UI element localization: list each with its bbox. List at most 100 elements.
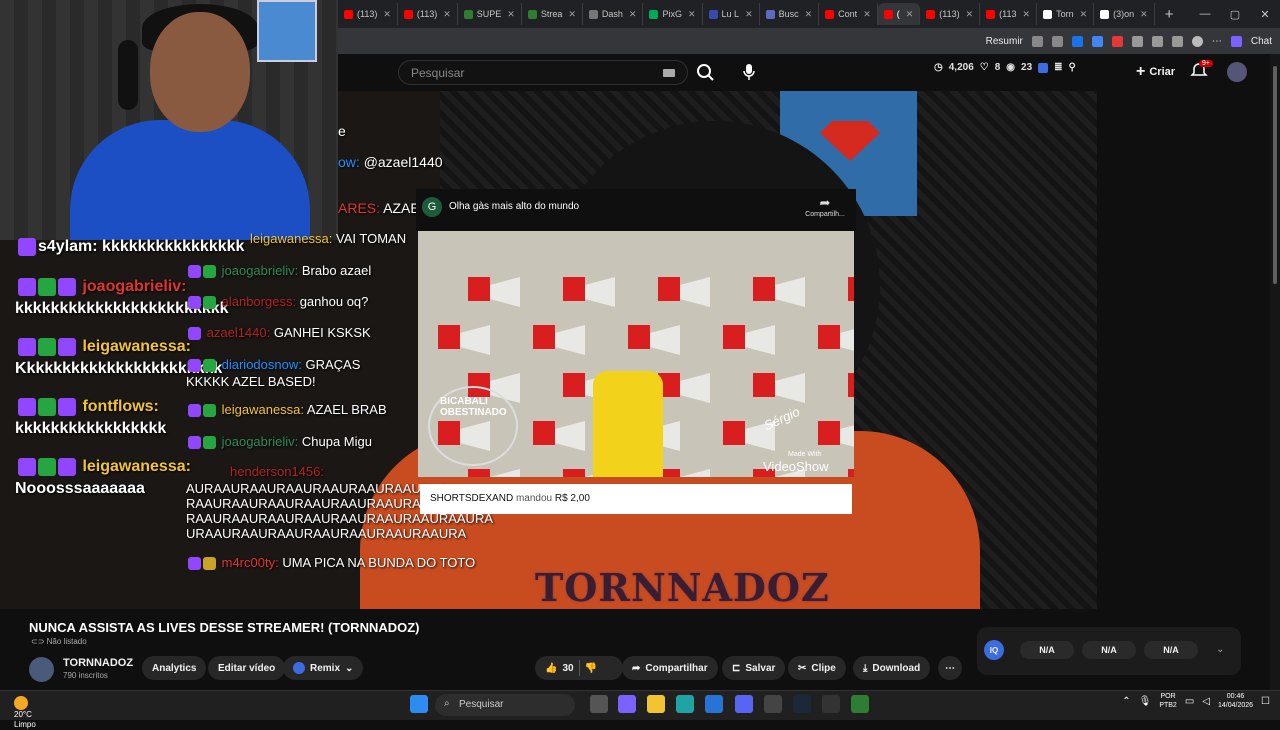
tab-label: (113) <box>939 9 960 19</box>
clock[interactable]: 00:46 14/04/2026 <box>1218 692 1253 710</box>
maximize-icon[interactable]: ▢ <box>1220 0 1250 28</box>
edit-video-button[interactable]: Editar vídeo <box>208 656 286 680</box>
browser-tab[interactable]: Cont ✕ <box>819 3 878 25</box>
iq-icon[interactable]: IQ <box>984 640 1004 660</box>
weather-widget[interactable]: 20°C Limpo <box>14 693 36 730</box>
browser-tab[interactable]: PixG ✕ <box>643 3 703 25</box>
list-icon[interactable]: ≣ <box>1054 62 1062 73</box>
share-button[interactable]: ➦ Compartilhar <box>622 656 718 680</box>
webcam-person-face <box>150 12 250 132</box>
clip-button[interactable]: ✂ Clipe <box>788 656 846 680</box>
tab-close-icon[interactable]: ✕ <box>1023 9 1031 20</box>
notification-icon[interactable]: ☐ <box>1261 696 1270 706</box>
copilot-icon[interactable] <box>618 695 636 713</box>
browser-tab[interactable]: Strea ✕ <box>522 3 583 25</box>
browser-tab[interactable]: (113) ✕ <box>338 3 398 25</box>
tab-close-icon[interactable]: ✕ <box>383 9 391 20</box>
tab-close-icon[interactable]: ✕ <box>629 9 637 20</box>
iq-small-icon[interactable] <box>1038 62 1049 73</box>
task-view-icon[interactable] <box>590 695 608 713</box>
store-icon[interactable] <box>705 695 723 713</box>
tab-close-icon[interactable]: ✕ <box>507 9 515 20</box>
edge-icon[interactable] <box>676 695 694 713</box>
tab-close-icon[interactable]: ✕ <box>906 9 914 20</box>
copilot-icon[interactable] <box>1230 35 1242 47</box>
tab-close-icon[interactable]: ✕ <box>443 9 451 20</box>
minimize-icon[interactable]: — <box>1190 0 1220 28</box>
notepad-icon[interactable] <box>822 695 840 713</box>
tab-close-icon[interactable]: ✕ <box>966 9 974 20</box>
mic-tray-icon[interactable]: 🎙 <box>1139 696 1152 706</box>
tab-close-icon[interactable]: ✕ <box>805 9 813 20</box>
like-count[interactable]: 30 <box>562 663 573 674</box>
more-icon[interactable]: ⋯ <box>1212 36 1222 47</box>
tab-close-icon[interactable]: ✕ <box>1080 9 1088 20</box>
thumbs-up-icon[interactable]: 👍 <box>545 663 557 674</box>
browser-tab[interactable]: (113) ✕ <box>398 3 458 25</box>
search-icon[interactable] <box>690 61 720 83</box>
browser-tab[interactable]: Busc ✕ <box>760 3 820 25</box>
taskbar-search[interactable]: ⌕ Pesquisar <box>435 694 575 716</box>
resumir-button[interactable]: Resumir <box>986 36 1023 47</box>
shield-icon[interactable] <box>1071 35 1083 47</box>
network-icon[interactable]: ▭ <box>1185 696 1194 706</box>
pin-icon[interactable]: ⚲ <box>1069 62 1076 73</box>
tab-close-icon[interactable]: ✕ <box>688 9 696 20</box>
discord-icon[interactable] <box>735 695 753 713</box>
notifications-button[interactable]: 9+ <box>1190 60 1213 82</box>
scrollbar-thumb[interactable] <box>1273 66 1277 284</box>
chevron-up-icon[interactable]: ⌃ <box>1122 696 1130 706</box>
streamlabs-icon[interactable] <box>851 695 869 713</box>
channel-name[interactable]: TORNNADOZ <box>63 657 133 669</box>
close-icon[interactable]: ✕ <box>1250 0 1280 28</box>
tab-close-icon[interactable]: ✕ <box>745 9 753 20</box>
windows-start-icon[interactable] <box>410 695 428 713</box>
save-button[interactable]: ⊏ Salvar <box>722 656 786 680</box>
translate-icon[interactable] <box>1091 35 1103 47</box>
chat-button[interactable]: Chat <box>1251 36 1272 47</box>
profile-icon[interactable] <box>1191 35 1203 47</box>
remix-button[interactable]: Remix ⌄ <box>283 656 364 680</box>
tab-close-icon[interactable]: ✕ <box>863 9 871 20</box>
browser-tab[interactable]: Dash ✕ <box>583 3 644 25</box>
channel-avatar[interactable] <box>29 657 54 682</box>
browser-tab[interactable]: (113 ✕ <box>980 3 1038 25</box>
watermark-left: BICABALI OBESTINADO <box>440 396 507 418</box>
file-explorer-icon[interactable] <box>647 695 665 713</box>
thumbs-down-icon[interactable]: 👎 <box>585 663 597 674</box>
keyboard-icon[interactable] <box>663 69 675 77</box>
browser-tab[interactable]: Lu L ✕ <box>703 3 760 25</box>
short-share-button[interactable]: ➦ Compartilh... <box>800 195 850 218</box>
adblock-icon[interactable] <box>1111 35 1123 47</box>
tab-close-icon[interactable]: ✕ <box>1140 9 1148 20</box>
short-video[interactable]: BICABALI OBESTINADO Sérgio Made With Vid… <box>418 231 854 477</box>
star-icon[interactable] <box>1051 35 1063 47</box>
download-icon[interactable] <box>1171 35 1183 47</box>
analytics-button[interactable]: Analytics <box>142 656 207 680</box>
chevron-down-icon[interactable]: ⌄ <box>1216 644 1224 655</box>
page-scrollbar[interactable] <box>1270 54 1280 690</box>
browser-tab[interactable]: SUPE ✕ <box>458 3 522 25</box>
app-icon[interactable] <box>764 695 782 713</box>
language-indicator[interactable]: POR PTB2 <box>1159 692 1177 710</box>
download-button[interactable]: ⤓ Download <box>853 656 931 680</box>
extension-icon[interactable] <box>1031 35 1043 47</box>
account-avatar[interactable] <box>1227 62 1247 82</box>
new-tab-icon[interactable]: + <box>1165 6 1174 23</box>
volume-icon[interactable]: ◁ <box>1202 696 1210 706</box>
steam-icon[interactable] <box>793 695 811 713</box>
browser-tab[interactable]: (3)on ✕ <box>1094 3 1155 25</box>
browser-tab[interactable]: (✕ <box>877 3 921 25</box>
tab-close-icon[interactable]: ✕ <box>568 9 576 20</box>
donation-action: mandou <box>515 493 553 504</box>
mic-icon[interactable] <box>735 58 763 86</box>
search-input[interactable]: Pesquisar <box>398 60 688 85</box>
browser-tab[interactable]: (113) ✕ <box>920 3 981 25</box>
browser-tab[interactable]: Torn ✕ <box>1037 3 1095 25</box>
short-channel-avatar[interactable]: G <box>422 197 442 217</box>
puzzle-icon[interactable] <box>1131 35 1143 47</box>
create-button[interactable]: + Criar <box>1126 58 1185 85</box>
tab-favicon-icon <box>926 9 936 19</box>
favorites-icon[interactable] <box>1151 35 1163 47</box>
more-actions-button[interactable]: ⋯ <box>938 656 962 680</box>
